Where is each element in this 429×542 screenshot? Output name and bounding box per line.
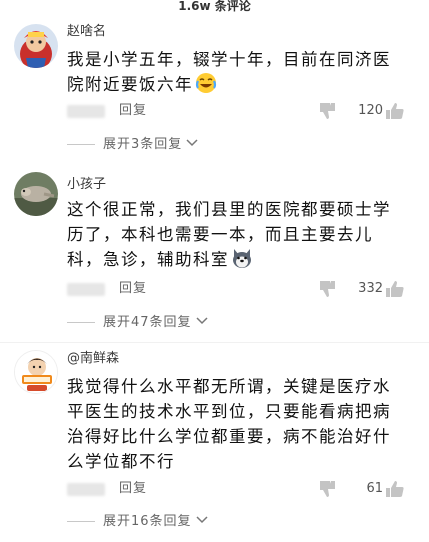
expand-replies-label: 展开47条回复 — [103, 315, 192, 330]
comment-line: 历了，本科也需要一本，而且主要去儿 — [67, 225, 373, 244]
comment-text: 我觉得什么水平都无所谓，关键是医疗水 平医生的技术水平到位，只要能看病把病 治得… — [67, 374, 397, 474]
thumbs-up-icon[interactable] — [385, 480, 405, 498]
timestamp — [67, 483, 105, 496]
expand-replies-label: 展开16条回复 — [103, 514, 192, 529]
dislike-icon[interactable] — [317, 102, 337, 120]
like-count: 120 — [358, 103, 383, 118]
like-count: 61 — [366, 481, 383, 496]
dislike-icon[interactable] — [317, 480, 337, 498]
like-count: 332 — [358, 281, 383, 296]
comment-line: 么学位都不行 — [67, 452, 175, 471]
section-divider — [0, 342, 429, 343]
username[interactable]: 小孩子 — [67, 177, 106, 193]
husky-dog-emoji-icon — [231, 247, 253, 269]
reply-button[interactable]: 回复 — [119, 481, 147, 497]
comment-line: 院附近要饭六年 — [67, 72, 397, 97]
crying-laughing-emoji-icon — [195, 72, 217, 94]
username[interactable]: 赵啥名 — [67, 24, 106, 40]
dislike-icon[interactable] — [317, 280, 337, 298]
chevron-down-icon — [186, 139, 198, 147]
expand-replies-label: 展开3条回复 — [103, 137, 183, 152]
thumbs-up-icon[interactable] — [385, 280, 405, 298]
comment-meta: 回复 332 — [67, 280, 407, 300]
reply-button[interactable]: 回复 — [119, 281, 147, 297]
thumbs-up-icon[interactable] — [385, 102, 405, 120]
comment-text: 我是小学五年，辍学十年，目前在同济医 院附近要饭六年 — [67, 47, 397, 97]
timestamp — [67, 105, 105, 118]
avatar[interactable] — [14, 350, 58, 394]
reply-button[interactable]: 回复 — [119, 103, 147, 119]
expand-divider — [67, 322, 95, 323]
comment-line: 科，急诊，辅助科室 — [67, 247, 397, 272]
avatar[interactable] — [14, 172, 58, 216]
comment-line: 我觉得什么水平都无所谓，关键是医疗水 — [67, 377, 391, 396]
chevron-down-icon — [196, 516, 208, 524]
comments-header: 1.6w 条评论 — [0, 0, 429, 12]
chevron-down-icon — [196, 317, 208, 325]
avatar[interactable] — [14, 24, 58, 68]
comment-count-title: 1.6w 条评论 — [178, 0, 251, 13]
expand-divider — [67, 521, 95, 522]
comment-line: 这个很正常，我们县里的医院都要硕士学 — [67, 200, 391, 219]
comment-text: 这个很正常，我们县里的医院都要硕士学 历了，本科也需要一本，而且主要去儿 科，急… — [67, 197, 397, 272]
comment-meta: 回复 120 — [67, 102, 407, 122]
username[interactable]: @南鲜森 — [67, 351, 119, 367]
comment-line: 平医生的技术水平到位，只要能看病把病 — [67, 402, 391, 421]
comment-line: 我是小学五年，辍学十年，目前在同济医 — [67, 50, 391, 69]
timestamp — [67, 283, 105, 296]
expand-divider — [67, 144, 95, 145]
comment-line: 治得好比什么学位都重要，病不能治好什 — [67, 427, 391, 446]
comment-meta: 回复 61 — [67, 480, 407, 500]
